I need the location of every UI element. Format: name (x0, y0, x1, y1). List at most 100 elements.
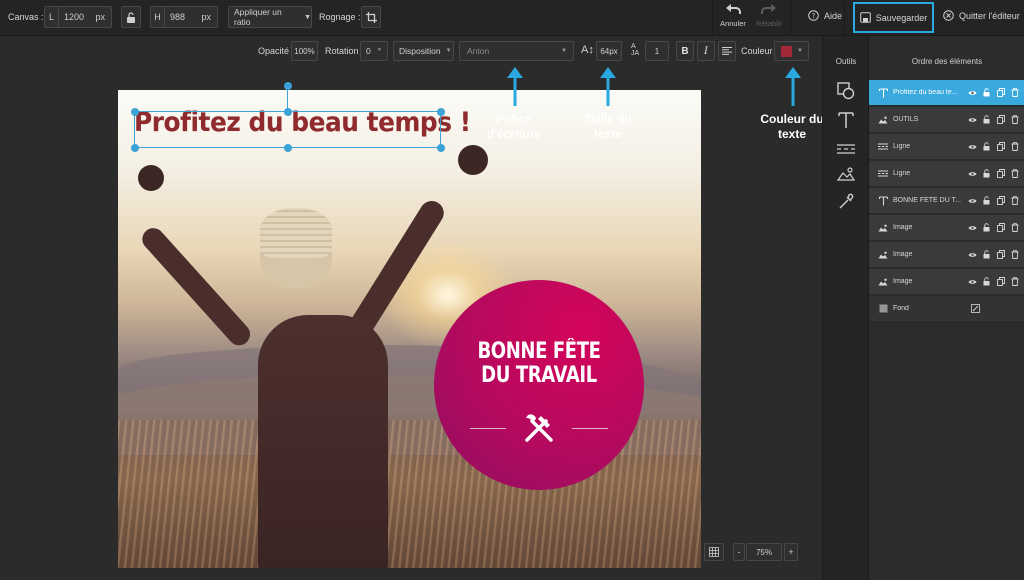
resize-handle[interactable] (437, 144, 445, 152)
lock-ratio-button[interactable] (121, 6, 141, 28)
help-button[interactable]: ? Aide (808, 10, 842, 21)
edit-background-icon[interactable] (971, 304, 980, 313)
align-button[interactable] (718, 41, 736, 61)
rotation-handle[interactable] (284, 82, 292, 90)
text-icon (877, 87, 889, 98)
unlock-icon[interactable] (982, 196, 991, 205)
divider (790, 0, 791, 36)
visibility-eye-icon[interactable] (968, 88, 977, 97)
duplicate-icon[interactable] (996, 142, 1005, 151)
delete-trash-icon[interactable] (1010, 142, 1019, 151)
duplicate-icon[interactable] (996, 277, 1005, 286)
delete-trash-icon[interactable] (1010, 115, 1019, 124)
resize-handle[interactable] (131, 108, 139, 116)
line-height-input[interactable]: 1 (645, 41, 669, 61)
bold-button[interactable]: B (676, 41, 694, 61)
layout-dropdown[interactable]: Disposition ▼ (393, 41, 454, 61)
layer-row[interactable]: Fond (869, 296, 1024, 322)
font-annotation-line1: Police (496, 112, 532, 126)
eyedropper-icon[interactable] (838, 192, 854, 210)
text-icon[interactable] (838, 111, 854, 129)
canvas-width-field[interactable]: L 1200 px (44, 6, 112, 28)
line-icon (877, 170, 889, 177)
save-button[interactable]: Sauvegarder (853, 2, 934, 33)
line-icon[interactable] (837, 144, 855, 154)
image-icon (877, 224, 889, 232)
undo-button[interactable]: Annuler (716, 3, 750, 33)
duplicate-icon[interactable] (996, 250, 1005, 259)
badge-circle[interactable]: BONNE FÊTE DU TRAVAIL (434, 280, 644, 490)
italic-button[interactable]: I (697, 41, 715, 61)
shapes-icon[interactable] (837, 82, 855, 100)
align-left-icon (722, 47, 732, 55)
unlock-icon[interactable] (982, 88, 991, 97)
crop-button[interactable] (361, 6, 381, 28)
layers-panel: Ordre des éléments Profitez du beau te..… (868, 36, 1024, 580)
resize-handle[interactable] (437, 108, 445, 116)
layer-row[interactable]: OUTILS (869, 107, 1024, 133)
text-icon (877, 195, 889, 206)
font-size-input[interactable]: 64px (596, 41, 622, 61)
duplicate-icon[interactable] (996, 169, 1005, 178)
quit-editor-button[interactable]: Quitter l'éditeur (943, 10, 1020, 21)
layer-row[interactable]: BONNE FÊTE DU T... (869, 188, 1024, 214)
resize-handle[interactable] (284, 108, 292, 116)
layer-row[interactable]: Profitez du beau te... (869, 80, 1024, 106)
canvas-height-field[interactable]: H 988 px (150, 6, 218, 28)
ratio-dropdown[interactable]: Appliquer un ratio ▼ (228, 6, 312, 28)
visibility-eye-icon[interactable] (968, 142, 977, 151)
delete-trash-icon[interactable] (1010, 196, 1019, 205)
layer-row[interactable]: Ligne (869, 161, 1024, 187)
badge-line-left (470, 428, 506, 429)
font-value: Anton (467, 46, 490, 56)
layer-name: BONNE FÊTE DU T... (893, 197, 961, 204)
duplicate-icon[interactable] (996, 223, 1005, 232)
visibility-eye-icon[interactable] (968, 115, 977, 124)
color-arrow-icon (785, 67, 801, 106)
unlock-icon[interactable] (982, 142, 991, 151)
layer-row[interactable]: Image (869, 242, 1024, 268)
selection-box[interactable] (134, 111, 441, 148)
quit-label: Quitter l'éditeur (959, 10, 1020, 21)
height-prefix: H (151, 7, 165, 27)
layer-name: OUTILS (893, 116, 919, 123)
opacity-input[interactable]: 100% (291, 41, 318, 61)
text-color-picker[interactable]: ▼ (774, 41, 809, 61)
delete-trash-icon[interactable] (1010, 223, 1019, 232)
visibility-eye-icon[interactable] (968, 223, 977, 232)
design-canvas[interactable]: Profitez du beau temps ! BONNE FÊTE DU T… (118, 90, 701, 568)
resize-handle[interactable] (284, 144, 292, 152)
layer-row[interactable]: Image (869, 215, 1024, 241)
layer-actions (968, 88, 1019, 97)
unlock-icon[interactable] (982, 223, 991, 232)
unlock-icon[interactable] (982, 277, 991, 286)
zoom-out-button[interactable]: - (733, 543, 745, 561)
layer-actions (968, 223, 1019, 232)
redo-button[interactable]: Rétablir (752, 3, 786, 33)
visibility-eye-icon[interactable] (968, 277, 977, 286)
delete-trash-icon[interactable] (1010, 88, 1019, 97)
unlock-icon[interactable] (982, 169, 991, 178)
visibility-eye-icon[interactable] (968, 250, 977, 259)
zoom-level[interactable]: 75% (746, 543, 782, 561)
layer-row[interactable]: Ligne (869, 134, 1024, 160)
unlock-icon[interactable] (982, 250, 991, 259)
layer-row[interactable]: Image (869, 269, 1024, 295)
font-dropdown[interactable]: Anton ▼ (459, 41, 574, 61)
visibility-eye-icon[interactable] (968, 169, 977, 178)
rotation-input[interactable]: 0 ° (360, 41, 388, 61)
resize-handle[interactable] (131, 144, 139, 152)
layer-name: Image (893, 251, 913, 258)
zoom-in-button[interactable]: + (784, 543, 798, 561)
delete-trash-icon[interactable] (1010, 277, 1019, 286)
delete-trash-icon[interactable] (1010, 250, 1019, 259)
duplicate-icon[interactable] (996, 196, 1005, 205)
duplicate-icon[interactable] (996, 88, 1005, 97)
visibility-eye-icon[interactable] (968, 196, 977, 205)
image-icon[interactable] (837, 166, 855, 182)
grid-toggle-button[interactable] (704, 543, 724, 561)
duplicate-icon[interactable] (996, 115, 1005, 124)
lock-icon (127, 11, 135, 23)
delete-trash-icon[interactable] (1010, 169, 1019, 178)
unlock-icon[interactable] (982, 115, 991, 124)
